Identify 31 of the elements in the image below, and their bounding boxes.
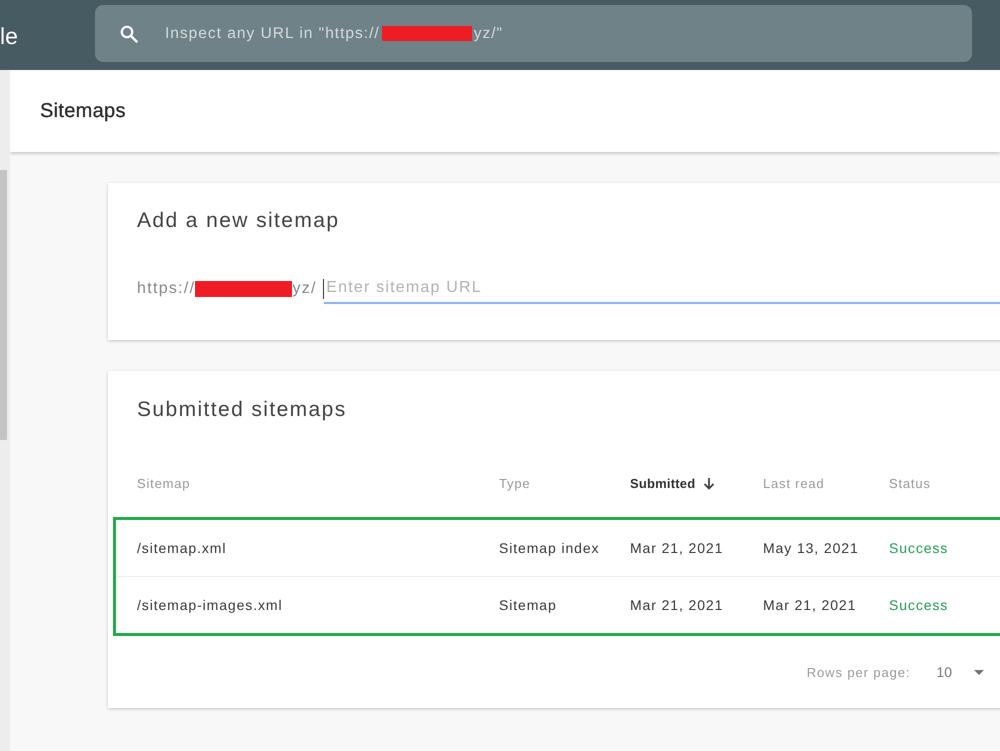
table-cell-text: May 13, 2021 [763,540,860,556]
url-prefix: yz/ [292,279,317,299]
search-icon [120,24,138,42]
page-title: Sitemaps [40,99,126,124]
status-text: Success [889,597,950,613]
card-title: Add a new sitemap [137,208,340,234]
table-cell-text: Mar 21, 2021 [630,540,724,556]
column-header[interactable]: Last read [763,476,824,490]
card-title: Submitted sitemaps [137,397,347,423]
column-header[interactable]: Sitemap [137,476,190,490]
rows-per-page-select[interactable]: 10 [936,664,984,680]
placeholder-text: Inspect any URL in "https:// [165,24,380,42]
scrollbar[interactable] [0,170,7,440]
column-header[interactable]: Status [889,476,931,490]
url-prefix: https:// [137,279,196,299]
placeholder-text: yz/" [474,24,504,42]
search-field[interactable]: Inspect any URL in "https:// yz/" [95,5,972,62]
caret-icon [974,670,984,674]
status-text: Success [889,540,950,556]
sitemap-url-field[interactable]: Enter sitemap URL [324,274,1000,304]
table-cell-text: Sitemap [499,597,558,613]
product-name: le [0,22,18,48]
table-cell-text: Mar 21, 2021 [630,597,724,613]
column-header[interactable]: Submitted [630,476,696,490]
table-cell-text: /sitemap-images.xml [137,597,284,613]
table-cell-text: Sitemap index [499,540,600,556]
down-arrow-icon [703,476,716,490]
table-cell-text: /sitemap.xml [137,540,228,556]
rows-per-page-label: Rows per page: [806,664,910,680]
column-header[interactable]: Type [499,476,530,490]
table-cell-text: Mar 21, 2021 [763,597,858,613]
